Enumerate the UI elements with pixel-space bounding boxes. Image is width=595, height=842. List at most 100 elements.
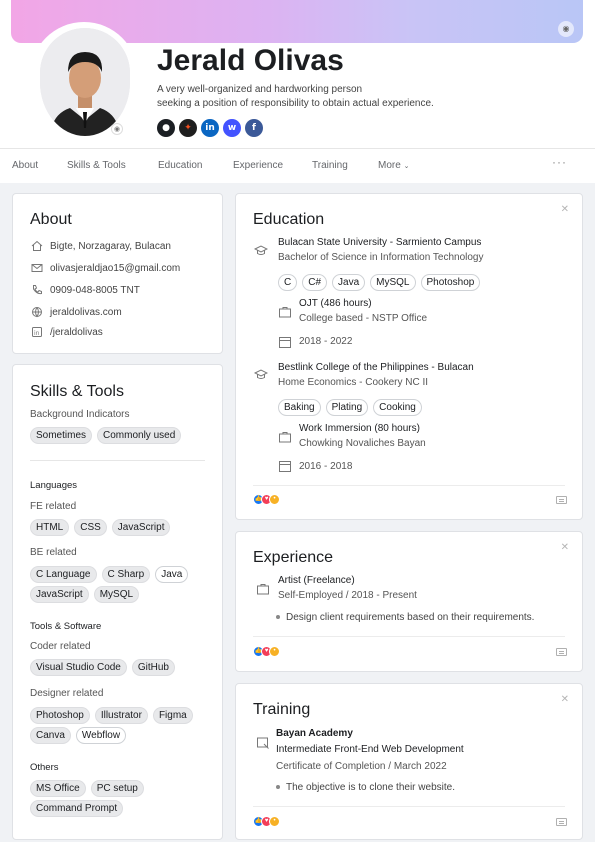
reactions[interactable]: 👍 ♥ • [253, 646, 280, 657]
graduation-cap-icon [253, 244, 269, 258]
calendar-icon [278, 459, 292, 473]
tab-education[interactable]: Education [158, 160, 202, 171]
camera-icon[interactable]: ◉ [558, 21, 574, 37]
training-org: Bayan Academy [276, 728, 353, 739]
globe-icon [30, 305, 44, 319]
about-title: About [30, 211, 72, 228]
skill-chip: JavaScript [111, 519, 171, 536]
experience-sub: Self-Employed / 2018 - Present [278, 590, 417, 601]
experience-title: Experience [253, 549, 334, 566]
be-chips-row1: C Language C Sharp Java [30, 566, 189, 583]
fe-label: FE related [30, 501, 77, 512]
profile-nav: About Skills & Tools Education Experienc… [0, 148, 595, 183]
profile-tagline: A very well-organized and hardworking pe… [157, 83, 487, 111]
education-title: Education [253, 211, 325, 228]
about-card: About Bigte, Norzagaray, Bulacan olivasj… [12, 193, 223, 354]
ojt-title: OJT (486 hours) [299, 298, 372, 309]
others-chips-row1: MS Office PC setup [30, 780, 144, 797]
divider [30, 460, 205, 461]
close-icon[interactable]: ✕ [561, 542, 569, 553]
skill-chip: Java [155, 566, 189, 583]
location-row: Bigte, Norzagaray, Bulacan [30, 239, 171, 253]
skill-chip: C# [302, 274, 328, 291]
webflow-icon[interactable]: w [223, 119, 241, 137]
home-icon [30, 239, 44, 253]
briefcase-icon [256, 582, 270, 596]
skill-chip: Visual Studio Code [30, 659, 127, 676]
designer-chips-row1: Photoshop Illustrator Figma [30, 707, 193, 724]
avatar-camera-icon[interactable]: ◉ [111, 123, 123, 135]
tab-experience[interactable]: Experience [233, 160, 283, 171]
svg-text:in: in [34, 330, 40, 337]
years: 2018 - 2022 [299, 336, 353, 347]
social-links: ● ✦ in w f [157, 119, 263, 137]
linkedin-link[interactable]: /jeraldolivas [50, 327, 103, 338]
website-link[interactable]: jeraldolivas.com [50, 307, 122, 318]
close-icon[interactable]: ✕ [561, 694, 569, 705]
reactions[interactable]: 👍 ♥ • [253, 494, 280, 505]
degree: Bachelor of Science in Information Techn… [278, 252, 484, 263]
skill-chip: HTML [30, 519, 70, 536]
fe-chips: HTML CSS JavaScript [30, 519, 171, 536]
indicator-sometimes: Sometimes [30, 427, 93, 444]
education-card: Education ✕ Bulacan State University - S… [235, 193, 583, 520]
tab-more-label: More [378, 160, 401, 171]
comment-icon[interactable] [556, 818, 567, 826]
linkedin-small-icon: in [30, 325, 44, 339]
years: 2016 - 2018 [299, 461, 353, 472]
tab-training[interactable]: Training [312, 160, 348, 171]
reactions[interactable]: 👍 ♥ • [253, 816, 280, 827]
school-name: Bestlink College of the Philippines - Bu… [278, 362, 474, 373]
briefcase-icon [278, 305, 292, 319]
skill-chip: Webflow [75, 727, 127, 744]
phone-text: 0909-048-8005 TNT [50, 284, 140, 296]
tab-more[interactable]: More ⌄ [378, 160, 409, 171]
tab-about[interactable]: About [12, 160, 38, 171]
chevron-down-icon: ⌄ [403, 163, 410, 170]
skills-card: Skills & Tools Background Indicators Som… [12, 364, 223, 840]
skill-chip: Plating [325, 399, 369, 416]
divider [253, 485, 565, 486]
github-icon[interactable]: ● [157, 119, 175, 137]
divider [253, 806, 565, 807]
figma-icon[interactable]: ✦ [179, 119, 197, 137]
languages-label: Languages [30, 480, 78, 491]
facebook-icon[interactable]: f [245, 119, 263, 137]
ojt-sub: College based - NSTP Office [299, 313, 428, 324]
more-options-icon[interactable]: ··· [552, 155, 567, 169]
skill-chip: MySQL [370, 274, 416, 291]
skill-chip: C [278, 274, 298, 291]
comment-icon[interactable] [556, 496, 567, 504]
briefcase-icon [278, 430, 292, 444]
skill-chip: GitHub [131, 659, 175, 676]
divider [253, 636, 565, 637]
linkedin-icon[interactable]: in [201, 119, 219, 137]
wow-icon: • [269, 494, 280, 505]
certificate-icon [256, 736, 270, 750]
phone-icon [30, 283, 44, 297]
training-cert: Certificate of Completion / March 2022 [276, 761, 447, 772]
skill-chip: Photoshop [30, 707, 90, 724]
avatar-photo [40, 28, 130, 136]
avatar[interactable] [40, 28, 130, 136]
school-name: Bulacan State University - Sarmiento Cam… [278, 237, 482, 248]
skill-chip: PC setup [90, 780, 144, 797]
skill-chip: Canva [30, 727, 71, 744]
location-text: Bigte, Norzagaray, Bulacan [50, 240, 171, 252]
graduation-cap-icon [253, 368, 269, 382]
email-text[interactable]: olivasjeraldjao15@gmail.com [50, 263, 180, 274]
comment-icon[interactable] [556, 648, 567, 656]
calendar-icon [278, 335, 292, 349]
be-label: BE related [30, 547, 77, 558]
coder-label: Coder related [30, 641, 91, 652]
experience-bullet: Design client requirements based on thei… [276, 612, 534, 623]
degree: Home Economics - Cookery NC II [278, 377, 429, 388]
tab-skills[interactable]: Skills & Tools [67, 160, 126, 171]
close-icon[interactable]: ✕ [561, 204, 569, 215]
tagline-line-2: seeking a position of responsibility to … [157, 98, 434, 109]
skill-chip: MS Office [30, 780, 86, 797]
linkedin-row: in /jeraldolivas [30, 325, 103, 339]
training-bullet: The objective is to clone their website. [276, 782, 455, 793]
be-chips-row2: JavaScript MySQL [30, 586, 140, 603]
skill-chip: Photoshop [420, 274, 481, 291]
